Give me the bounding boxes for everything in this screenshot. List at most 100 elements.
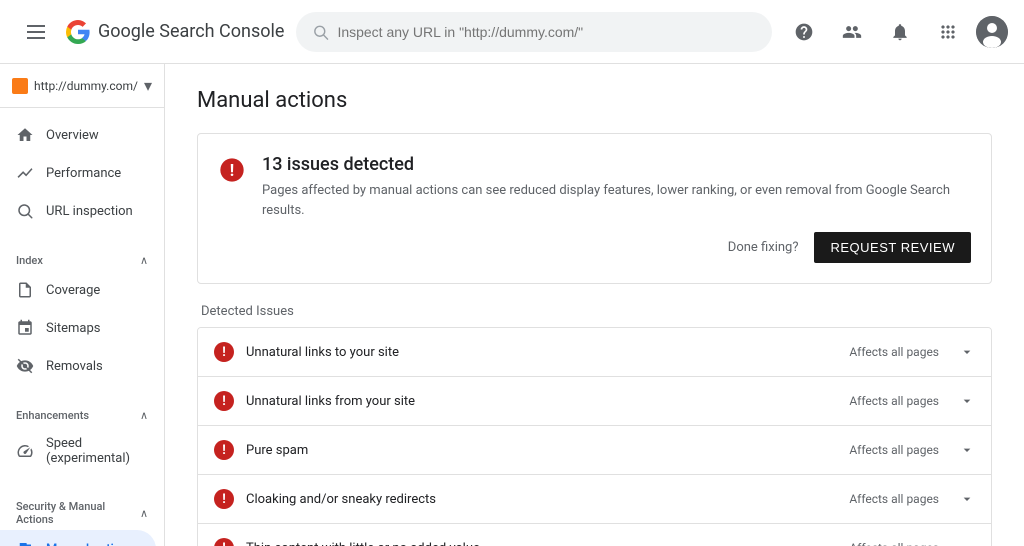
index-section-label: Index xyxy=(16,254,43,267)
sidebar-item-removals-label: Removals xyxy=(46,359,103,374)
sidebar-item-overview-label: Overview xyxy=(46,128,99,143)
doc-icon xyxy=(16,281,34,299)
topbar-actions xyxy=(784,12,1008,52)
hamburger-button[interactable] xyxy=(16,12,56,52)
security-section-label: Security & Manual Actions xyxy=(16,500,140,526)
sidebar-item-speed-label: Speed (experimental) xyxy=(46,436,140,466)
main-content: Manual actions ! 13 issues detected Page… xyxy=(165,64,1024,546)
sidebar-item-speed[interactable]: Speed (experimental) xyxy=(0,426,156,476)
issue-chevron-icon xyxy=(959,442,975,458)
issue-scope: Affects all pages xyxy=(849,443,939,457)
sitemap-icon xyxy=(16,319,34,337)
people-button[interactable] xyxy=(832,12,872,52)
sidebar-item-sitemaps[interactable]: Sitemaps xyxy=(0,309,156,347)
issue-chevron-icon xyxy=(959,393,975,409)
issue-error-icon: ! xyxy=(214,440,234,460)
avatar-icon xyxy=(976,16,1008,48)
site-icon xyxy=(12,78,28,94)
sidebar-item-sitemaps-label: Sitemaps xyxy=(46,321,101,336)
enhancements-section-label: Enhancements xyxy=(16,409,89,422)
issue-error-icon: ! xyxy=(214,342,234,362)
grid-icon xyxy=(938,22,958,42)
alert-title: 13 issues detected xyxy=(262,154,971,175)
issue-name: Pure spam xyxy=(246,443,837,458)
sidebar-item-removals[interactable]: Removals xyxy=(0,347,156,385)
app-logo[interactable]: Google Search Console xyxy=(64,18,284,46)
topbar: Google Search Console xyxy=(0,0,1024,64)
nav-main-section: Overview Performance URL inspection xyxy=(0,108,164,238)
sidebar-item-manual-label: Manual actions xyxy=(46,542,135,546)
index-section-header: Index ∧ xyxy=(0,246,164,271)
issue-scope: Affects all pages xyxy=(849,394,939,408)
alert-description: Pages affected by manual actions can see… xyxy=(262,181,971,220)
detected-issues-label: Detected Issues xyxy=(197,304,992,319)
issue-row[interactable]: ! Unnatural links from your site Affects… xyxy=(198,377,991,426)
site-selector[interactable]: http://dummy.com/ ▾ xyxy=(0,64,164,108)
issue-error-icon: ! xyxy=(214,538,234,546)
issue-row[interactable]: ! Cloaking and/or sneaky redirects Affec… xyxy=(198,475,991,524)
flag-icon xyxy=(16,540,34,546)
sidebar-item-performance-label: Performance xyxy=(46,166,121,181)
alert-box: ! 13 issues detected Pages affected by m… xyxy=(197,133,992,284)
issue-chevron-icon xyxy=(959,344,975,360)
app-title: Google Search Console xyxy=(98,21,284,42)
security-section: Security & Manual Actions ∧ Manual actio… xyxy=(0,484,164,546)
help-button[interactable] xyxy=(784,12,824,52)
issues-list: ! Unnatural links to your site Affects a… xyxy=(197,327,992,546)
enhancements-collapse-icon: ∧ xyxy=(140,409,148,422)
issue-error-icon: ! xyxy=(214,489,234,509)
speed-icon xyxy=(16,442,34,460)
issue-error-icon: ! xyxy=(214,391,234,411)
request-review-button[interactable]: REQUEST REVIEW xyxy=(814,232,971,263)
home-icon xyxy=(16,126,34,144)
issue-chevron-icon xyxy=(959,540,975,546)
issue-name: Cloaking and/or sneaky redirects xyxy=(246,492,837,507)
security-collapse-icon: ∧ xyxy=(140,507,148,520)
sidebar-item-manual-actions[interactable]: Manual actions xyxy=(0,530,156,546)
people-icon xyxy=(842,22,862,42)
site-url: http://dummy.com/ xyxy=(34,79,138,93)
avatar[interactable] xyxy=(976,16,1008,48)
index-section: Index ∧ Coverage Sitemaps Removals xyxy=(0,238,164,393)
removals-icon xyxy=(16,357,34,375)
grid-button[interactable] xyxy=(928,12,968,52)
sidebar-item-overview[interactable]: Overview xyxy=(0,116,156,154)
issue-row[interactable]: ! Pure spam Affects all pages xyxy=(198,426,991,475)
alert-content: 13 issues detected Pages affected by man… xyxy=(262,154,971,263)
url-search-icon xyxy=(16,202,34,220)
security-section-header: Security & Manual Actions ∧ xyxy=(0,492,164,530)
hamburger-icon xyxy=(19,17,53,47)
help-icon xyxy=(794,22,814,42)
search-icon xyxy=(312,23,329,41)
issue-name: Thin content with little or no added val… xyxy=(246,541,837,546)
sidebar-item-coverage[interactable]: Coverage xyxy=(0,271,156,309)
bell-icon xyxy=(890,22,910,42)
sidebar-item-url-label: URL inspection xyxy=(46,204,133,219)
alert-actions: Done fixing? REQUEST REVIEW xyxy=(262,232,971,263)
search-input[interactable] xyxy=(337,24,756,40)
sidebar-item-performance[interactable]: Performance xyxy=(0,154,156,192)
index-collapse-icon: ∧ xyxy=(140,254,148,267)
search-bar[interactable] xyxy=(296,12,772,52)
layout: http://dummy.com/ ▾ Overview Performance xyxy=(0,64,1024,546)
bell-button[interactable] xyxy=(880,12,920,52)
google-logo-icon xyxy=(64,18,92,46)
page-title: Manual actions xyxy=(197,88,992,113)
sidebar-item-url-inspection[interactable]: URL inspection xyxy=(0,192,156,230)
site-chevron-icon: ▾ xyxy=(144,76,152,95)
issue-scope: Affects all pages xyxy=(849,541,939,546)
issue-row[interactable]: ! Unnatural links to your site Affects a… xyxy=(198,328,991,377)
issue-name: Unnatural links from your site xyxy=(246,394,837,409)
issue-chevron-icon xyxy=(959,491,975,507)
done-fixing-label: Done fixing? xyxy=(728,240,799,255)
issue-name: Unnatural links to your site xyxy=(246,345,837,360)
issue-scope: Affects all pages xyxy=(849,345,939,359)
sidebar: http://dummy.com/ ▾ Overview Performance xyxy=(0,64,165,546)
svg-text:!: ! xyxy=(230,161,234,180)
enhancements-section-header: Enhancements ∧ xyxy=(0,401,164,426)
chart-icon xyxy=(16,164,34,182)
topbar-left: Google Search Console xyxy=(16,12,284,52)
issue-row[interactable]: ! Thin content with little or no added v… xyxy=(198,524,991,546)
issue-scope: Affects all pages xyxy=(849,492,939,506)
alert-error-icon: ! xyxy=(218,156,246,184)
